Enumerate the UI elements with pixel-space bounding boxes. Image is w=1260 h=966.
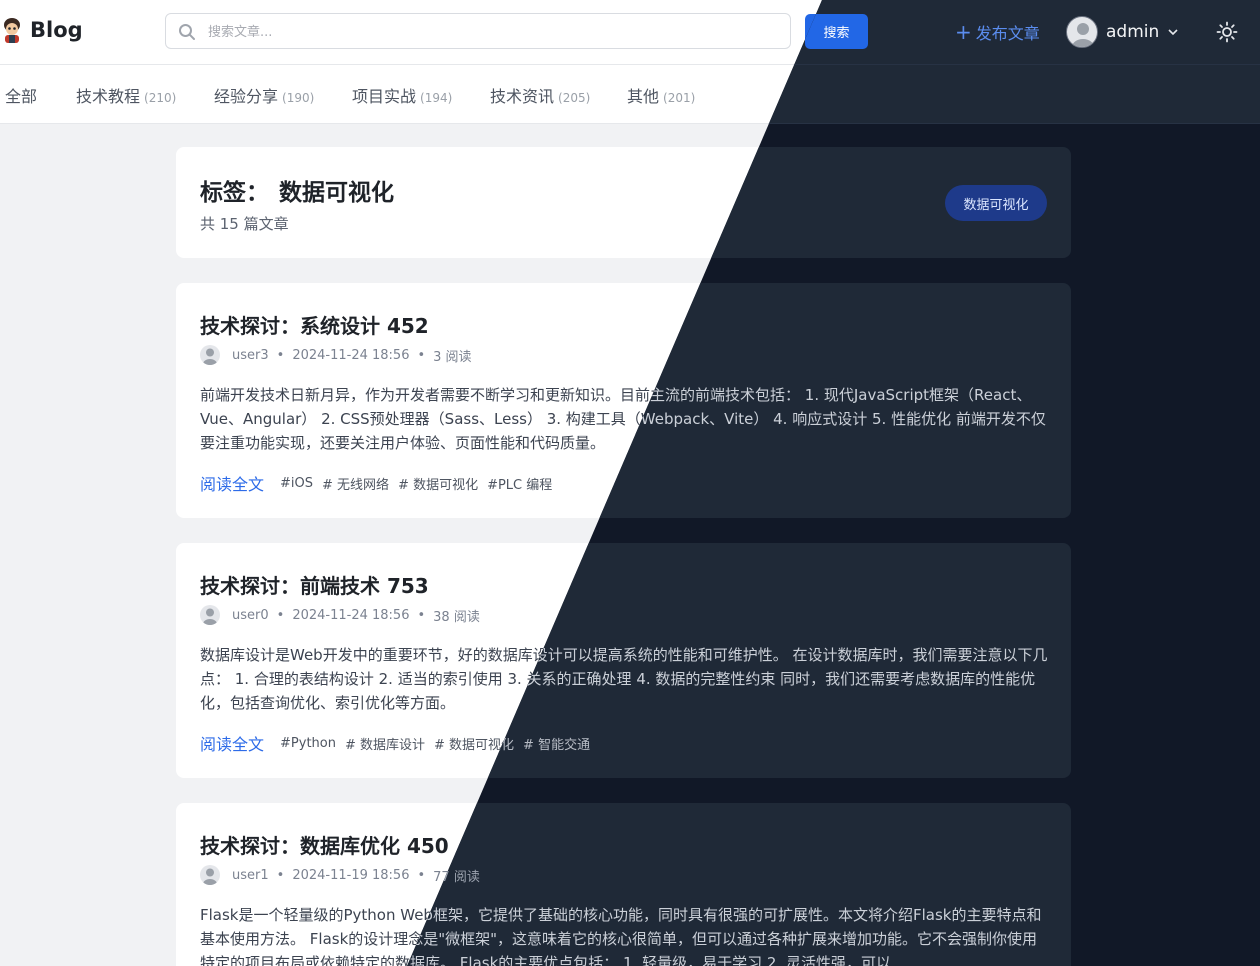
post-tag[interactable]: #Python — [280, 736, 336, 751]
post-tag[interactable]: # 智能交通 — [523, 734, 590, 753]
category-tutorials[interactable]: 技术教程(210) — [76, 83, 176, 107]
author-avatar-icon — [200, 345, 220, 365]
post-date: 2024-11-24 18:56 — [292, 607, 410, 623]
post-meta: user1• 2024-11-19 18:56• 77 阅读 — [200, 865, 480, 885]
post-meta: user3• 2024-11-24 18:56• 3 阅读 — [200, 345, 472, 365]
logo-text: Blog — [30, 18, 83, 42]
chevron-down-icon — [1167, 23, 1179, 42]
user-avatar-icon — [1066, 16, 1098, 48]
plus-icon: + — [955, 20, 972, 44]
post-reads: 3 阅读 — [433, 349, 472, 365]
search-icon — [178, 23, 196, 41]
search-input[interactable] — [206, 14, 770, 50]
post-author[interactable]: user3 — [232, 348, 269, 363]
category-experience[interactable]: 经验分享(190) — [214, 83, 314, 107]
post-author[interactable]: user0 — [232, 608, 269, 623]
category-projects[interactable]: 项目实战(194) — [352, 83, 452, 107]
publish-button[interactable]: + 发布文章 — [955, 20, 1040, 44]
author-avatar-icon — [200, 605, 220, 625]
post-title[interactable]: 技术探讨：系统设计 452 — [200, 310, 429, 339]
search-button[interactable]: 搜索 — [805, 14, 868, 49]
category-all[interactable]: 全部 — [5, 83, 41, 107]
user-menu[interactable]: admin — [1066, 16, 1179, 48]
publish-label: 发布文章 — [975, 24, 1040, 43]
read-more-link[interactable]: 阅读全文 — [200, 731, 264, 755]
post-title[interactable]: 技术探讨：前端技术 753 — [200, 570, 429, 599]
post-footer: 阅读全文 #iOS # 无线网络 # 数据可视化 #PLC 编程 — [200, 471, 561, 495]
post-reads: 38 阅读 — [433, 609, 480, 625]
username: admin — [1106, 22, 1160, 42]
post-title[interactable]: 技术探讨：数据库优化 450 — [200, 830, 449, 859]
post-tag[interactable]: # 数据库设计 — [345, 734, 425, 753]
read-more-link[interactable]: 阅读全文 — [200, 471, 264, 495]
category-other[interactable]: 其他(201) — [627, 83, 695, 107]
article-count: 共 15 篇文章 — [200, 215, 289, 233]
post-tag[interactable]: # 无线网络 — [322, 474, 389, 493]
search-box — [165, 13, 791, 50]
post-tag[interactable]: #iOS — [280, 476, 313, 491]
sun-icon[interactable] — [1216, 21, 1238, 43]
post-meta: user0• 2024-11-24 18:56• 38 阅读 — [200, 605, 480, 625]
page-title: 标签：数据可视化 — [200, 180, 394, 206]
post-date: 2024-11-24 18:56 — [292, 347, 410, 363]
author-avatar-icon — [200, 865, 220, 885]
post-author[interactable]: user1 — [232, 868, 269, 883]
post-tag[interactable]: # 数据可视化 — [398, 474, 478, 493]
post-tag[interactable]: #PLC 编程 — [487, 474, 552, 493]
tag-badge[interactable]: 数据可视化 — [945, 185, 1047, 221]
logo-icon — [0, 16, 24, 44]
category-news[interactable]: 技术资讯(205) — [490, 83, 590, 107]
site-logo[interactable]: Blog — [0, 16, 83, 44]
post-date: 2024-11-19 18:56 — [292, 867, 410, 883]
